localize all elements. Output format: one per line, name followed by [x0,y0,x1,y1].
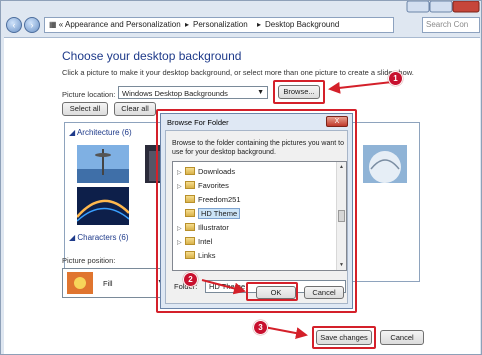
window-controls [406,1,480,13]
folder-icon [185,251,195,259]
forward-arrow-icon[interactable]: › [24,17,40,33]
page-subtitle: Click a picture to make it your desktop … [62,68,414,77]
scroll-down-icon[interactable]: ▼ [339,262,344,268]
address-row: ‹ › ▦ « Appearance and Personalization ▸… [4,15,480,35]
breadcrumb-item[interactable]: Appearance and Personalization [65,20,181,29]
scroll-up-icon[interactable]: ▲ [339,164,344,170]
dialog-title: Browse For Folder [167,118,229,127]
select-all-button[interactable]: Select all [62,102,108,116]
step-badge-3: 3 [253,320,268,335]
expand-arrow-icon[interactable]: ▷ [177,225,185,232]
highlight-save [312,326,376,349]
step-badge-2: 2 [183,272,198,287]
control-panel-icon: ▦ « [49,20,64,29]
dialog-description: Browse to the folder containing the pict… [172,140,344,156]
chevron-down-icon: ◢ [69,128,77,137]
chevron-down-icon: ▼ [257,89,264,96]
folder-icon [185,195,195,203]
tree-item-links[interactable]: Links [177,251,216,263]
tree-item-hd-theme[interactable]: HD Theme [177,208,241,221]
clear-all-button[interactable]: Clear all [114,102,156,116]
back-arrow-icon[interactable]: ‹ [6,17,22,33]
folder-tree[interactable]: ▷ Downloads ▷ Favorites Freedom251 HD Them… [172,161,347,271]
breadcrumb-item[interactable]: Personalization [193,20,248,29]
scroll-thumb[interactable] [338,210,345,222]
wallpaper-thumbnail[interactable] [363,145,407,183]
folder-icon [185,181,195,189]
tree-item-freedom251[interactable]: Freedom251 [177,195,241,207]
tree-item-favorites[interactable]: ▷ Favorites [177,181,229,193]
picture-position-label: Picture position: [62,256,116,265]
search-input[interactable]: Search Con [422,17,480,33]
group-characters[interactable]: ◢ Characters (6) [69,233,129,242]
picture-location-select[interactable]: Windows Desktop Backgrounds ▼ [118,86,268,99]
tree-item-intel[interactable]: ▷ Intel [177,237,212,249]
expand-arrow-icon[interactable]: ▷ [177,169,185,176]
group-architecture[interactable]: ◢ Architecture (6) [69,128,132,137]
wallpaper-thumbnail[interactable] [77,145,129,183]
highlight-browse [273,80,325,104]
tree-item-illustrator[interactable]: ▷ Illustrator [177,223,229,235]
page-title: Choose your desktop background [62,49,242,63]
step-badge-1: 1 [388,71,403,86]
folder-icon [185,209,195,217]
folder-icon [185,237,195,245]
picture-location-label: Picture location: [62,90,116,99]
picture-position-select[interactable]: Fill ▼ [62,268,168,298]
breadcrumb-item[interactable]: Desktop Background [265,20,339,29]
tree-item-downloads[interactable]: ▷ Downloads [177,167,235,179]
close-icon[interactable]: X [326,116,348,127]
fill-preview-icon [67,272,93,294]
wallpaper-thumbnail[interactable] [77,187,129,225]
dialog-cancel-button[interactable]: Cancel [304,286,344,299]
folder-icon [185,167,195,175]
expand-arrow-icon[interactable]: ▷ [177,183,185,190]
expand-arrow-icon[interactable]: ▷ [177,239,185,246]
highlight-ok [246,282,298,301]
address-bar[interactable]: ▦ « Appearance and Personalization ▸ Per… [44,17,394,33]
tree-scrollbar[interactable]: ▲ ▼ [336,162,346,270]
folder-icon [185,223,195,231]
cancel-button[interactable]: Cancel [380,330,424,345]
